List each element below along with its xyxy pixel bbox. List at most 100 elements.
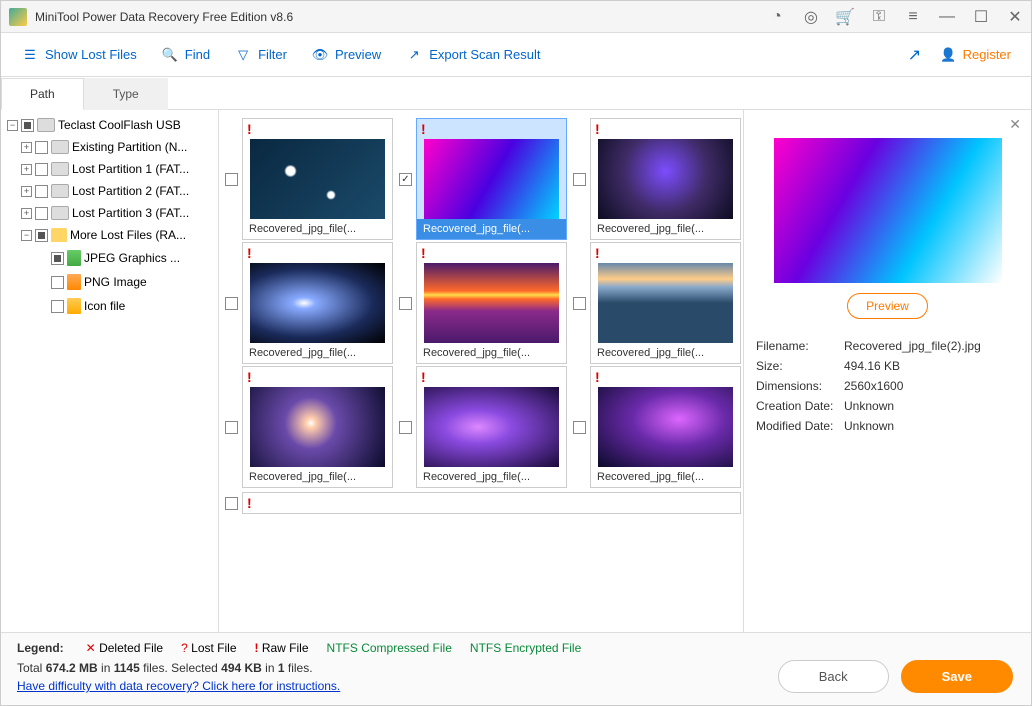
tab-type[interactable]: Type [84,78,168,110]
png-icon [67,274,81,290]
minimize-icon[interactable]: — [939,9,955,25]
file-item[interactable]: !Recovered_jpg_file(... [571,366,743,488]
close-icon[interactable]: ✕ [1007,9,1023,25]
thumbnail-image [591,387,740,467]
checkbox[interactable] [51,300,64,313]
drive-icon [51,184,69,198]
find-button[interactable]: 🔍Find [161,46,210,64]
file-grid[interactable]: ! Recovered_jpg_file(...! Recovered_jpg_fi… [219,110,743,632]
raw-file-icon: ! [243,367,392,387]
jpeg-icon [67,250,81,266]
tree-subitem[interactable]: PNG Image [3,270,216,294]
folder-icon [51,228,67,242]
file-checkbox[interactable] [225,173,238,186]
tree-item[interactable]: +Existing Partition (N... [3,136,216,158]
ntfs-encrypted: NTFS Encrypted File [470,641,581,655]
icon-file-icon [67,298,81,314]
tree-item[interactable]: +Lost Partition 2 (FAT... [3,180,216,202]
show-lost-files-button[interactable]: ☰Show Lost Files [21,46,137,64]
update-icon[interactable]: ◔ [769,9,785,25]
checkbox[interactable] [35,141,48,154]
modified-date-value: Unknown [844,419,894,433]
back-button[interactable]: Back [778,660,889,693]
file-item[interactable]: !Recovered_jpg_file(... [571,242,743,364]
expand-icon[interactable]: + [21,164,32,175]
toolbar: ☰Show Lost Files 🔍Find ▽Filter 👁Preview … [1,33,1031,77]
export-icon: ↗ [405,46,423,64]
file-item[interactable]: !Recovered_jpg_file(... [397,366,569,488]
raw-file-icon: ! [591,119,740,139]
feedback-icon[interactable]: ◎ [803,9,819,25]
preview-open-button[interactable]: Preview [847,293,928,319]
file-name: Recovered_jpg_file(... [417,343,566,363]
register-button[interactable]: 👤Register [940,47,1011,63]
export-button[interactable]: ↗Export Scan Result [405,46,540,64]
save-button[interactable]: Save [901,660,1013,693]
file-checkbox[interactable] [225,297,238,310]
file-checkbox[interactable] [225,497,238,510]
ntfs-compressed: NTFS Compressed File [327,641,452,655]
file-checkbox[interactable] [399,421,412,434]
file-checkbox[interactable] [399,173,412,186]
checkbox[interactable] [35,185,48,198]
raw-file-icon: ! [243,243,392,263]
expand-icon[interactable]: + [21,186,32,197]
checkbox[interactable] [51,252,64,265]
thumbnail-image [243,263,392,343]
checkbox[interactable] [35,207,48,220]
file-checkbox[interactable] [573,173,586,186]
close-preview-icon[interactable]: ✕ [1009,116,1021,133]
expand-icon[interactable]: + [21,208,32,219]
file-checkbox[interactable] [573,421,586,434]
file-item[interactable]: !Recovered_jpg_file(... [397,242,569,364]
tab-path[interactable]: Path [1,78,84,110]
file-checkbox[interactable] [399,297,412,310]
cart-icon[interactable]: 🛒 [837,9,853,25]
creation-date-value: Unknown [844,399,894,413]
file-name: Recovered_jpg_file(... [591,343,740,363]
filter-button[interactable]: ▽Filter [234,46,287,64]
lost-icon: ? [181,641,188,655]
key-icon[interactable]: ⚿ [871,9,887,25]
maximize-icon[interactable]: ☐ [973,9,989,25]
collapse-icon[interactable]: − [21,230,32,241]
preview-panel: ✕ Preview Filename:Recovered_jpg_file(2)… [743,110,1031,632]
checkbox[interactable] [51,276,64,289]
file-item[interactable]: !Recovered_jpg_file(... [223,242,395,364]
eye-icon: 👁 [311,46,329,64]
filter-icon: ▽ [234,46,252,64]
file-item[interactable]: !Recovered_jpg_file(... [397,118,569,240]
share-icon[interactable]: ↗ [906,47,922,63]
file-item[interactable]: ! Recovered_jpg_file(... [571,118,743,240]
file-checkbox[interactable] [573,297,586,310]
expand-icon[interactable]: + [21,142,32,153]
file-name: Recovered_jpg_file(... [591,467,740,487]
file-name: Recovered_jpg_file(... [591,219,740,239]
collapse-icon[interactable]: − [7,120,18,131]
file-item[interactable]: !Recovered_jpg_file(... [223,118,395,240]
filename-value: Recovered_jpg_file(2).jpg [844,339,981,353]
legend: Legend: ✕ Deleted File ? Lost File ! Raw… [17,641,1015,655]
tree-item[interactable]: +Lost Partition 3 (FAT... [3,202,216,224]
checkbox[interactable] [21,119,34,132]
sidebar-tree[interactable]: − Teclast CoolFlash USB +Existing Partit… [1,110,219,632]
user-icon: 👤 [940,47,956,63]
menu-icon[interactable]: ≡ [905,9,921,25]
checkbox[interactable] [35,163,48,176]
file-name: Recovered_jpg_file(... [417,467,566,487]
tree-item[interactable]: +Lost Partition 1 (FAT... [3,158,216,180]
thumbnail-image [417,263,566,343]
search-icon: 🔍 [161,46,179,64]
help-link[interactable]: Have difficulty with data recovery? Clic… [17,679,340,693]
file-name: Recovered_jpg_file(... [417,219,566,239]
file-checkbox[interactable] [225,421,238,434]
tree-item[interactable]: −More Lost Files (RA... [3,224,216,246]
tree-root[interactable]: − Teclast CoolFlash USB [3,114,216,136]
size-value: 494.16 KB [844,359,900,373]
tree-subitem[interactable]: Icon file [3,294,216,318]
tree-subitem[interactable]: JPEG Graphics ... [3,246,216,270]
filename-label: Filename: [756,339,844,353]
file-item[interactable]: !Recovered_jpg_file(... [223,366,395,488]
checkbox[interactable] [35,229,48,242]
preview-button[interactable]: 👁Preview [311,46,381,64]
